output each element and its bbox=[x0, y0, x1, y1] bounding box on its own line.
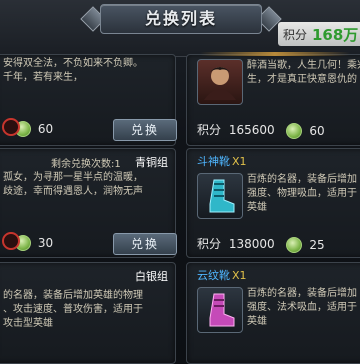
exchange-button[interactable]: 兑换 bbox=[113, 119, 177, 141]
points-value: 168万 bbox=[312, 26, 359, 44]
boots-icon bbox=[209, 293, 235, 327]
item-slot bbox=[197, 287, 243, 333]
exchange-card: 云纹靴 X1 百炼的名器，装备后增加 强度、法术吸血，适用于 英雄 bbox=[186, 262, 360, 364]
desc-line: 、攻击速度、普攻伤害，适用于 bbox=[3, 304, 143, 315]
item-name: 斗神靴 X1 bbox=[197, 153, 247, 169]
desc-line: 生，才是真正快意恩仇的 bbox=[247, 74, 357, 85]
item-qty: X1 bbox=[232, 269, 247, 282]
price-row: 30 bbox=[15, 235, 53, 251]
points-cost: 165600 bbox=[228, 123, 275, 137]
item-name-text: 云纹靴 bbox=[197, 269, 230, 282]
desc-line: 英雄 bbox=[247, 316, 267, 327]
hero-portrait-icon bbox=[204, 67, 236, 100]
card-description: 的名器，装备后增加英雄的物理 、攻击速度、普攻伤害，适用于 攻击型英雄 bbox=[3, 289, 173, 331]
item-qty: X1 bbox=[232, 155, 247, 168]
card-description: 醉酒当歌，人生几何！乘兴 生，才是真正快意恩仇的 bbox=[247, 59, 360, 87]
exchange-screen: 兑换列表 积分 168万 安得双全法，不负如来不负卿。 千年，若有来生， 60 … bbox=[0, 0, 360, 364]
exchange-card: 白银组 的名器，装备后增加英雄的物理 、攻击速度、普攻伤害，适用于 攻击型英雄 bbox=[0, 262, 176, 364]
exchange-card: 斗神靴 X1 百炼的名器，装备后增加 强度、物理吸血，适用于 英雄 积分 1380… bbox=[186, 148, 360, 258]
points-cost: 138000 bbox=[228, 237, 275, 251]
card-description: 百炼的名器，装备后增加 强度、法术吸血，适用于 英雄 bbox=[247, 287, 360, 329]
header-bar: 兑换列表 积分 168万 bbox=[0, 0, 360, 57]
remaining-count: 剩余兑换次数:1 bbox=[51, 159, 121, 170]
desc-line: 百炼的名器，装备后增加 bbox=[247, 288, 357, 299]
points-label: 积分 bbox=[197, 123, 222, 137]
desc-line: 强度、物理吸血，适用于 bbox=[247, 188, 357, 199]
points-display: 积分 168万 bbox=[278, 22, 360, 46]
exchange-card: 剩余兑换次数:1 青铜组 孤女，为寻那一星半点的温暖， 歧途，幸而得遇恩人，润物… bbox=[0, 148, 177, 258]
exchange-card: 醉酒当歌，人生几何！乘兴 生，才是真正快意恩仇的 积分 165600 60 bbox=[186, 54, 360, 146]
exchange-button[interactable]: 兑换 bbox=[113, 233, 177, 255]
avatar bbox=[197, 59, 243, 105]
coin-icon bbox=[286, 122, 303, 139]
page-title: 兑换列表 bbox=[144, 9, 217, 28]
item-slot bbox=[197, 173, 243, 219]
coin-value: 30 bbox=[37, 236, 54, 250]
card-description: 孤女，为寻那一星半点的温暖， 歧途，幸而得遇恩人，润物无声 bbox=[3, 171, 173, 199]
item-name-text: 斗神靴 bbox=[197, 155, 230, 168]
exchange-card: 安得双全法，不负如来不负卿。 千年，若有来生， 60 兑换 bbox=[0, 54, 177, 146]
item-name: 云纹靴 X1 bbox=[197, 267, 247, 283]
desc-line: 醉酒当歌，人生几何！乘兴 bbox=[247, 60, 360, 71]
red-ring-icon bbox=[2, 232, 20, 250]
points-label: 积分 bbox=[197, 237, 222, 251]
desc-line: 英雄 bbox=[247, 202, 267, 213]
points-label: 积分 bbox=[283, 28, 308, 42]
price-row: 60 bbox=[15, 121, 53, 137]
red-ring-icon bbox=[2, 118, 20, 136]
boots-icon bbox=[209, 179, 235, 213]
desc-line: 歧途，幸而得遇恩人，润物无声 bbox=[3, 186, 143, 197]
desc-line: 百炼的名器，装备后增加 bbox=[247, 174, 357, 185]
card-description: 安得双全法，不负如来不负卿。 千年，若有来生， bbox=[3, 57, 173, 85]
card-description: 百炼的名器，装备后增加 强度、物理吸血，适用于 英雄 bbox=[247, 173, 360, 215]
desc-line: 攻击型英雄 bbox=[3, 318, 53, 329]
price-row: 积分 138000 25 bbox=[197, 235, 325, 253]
coin-icon bbox=[286, 236, 303, 253]
desc-line: 强度、法术吸血，适用于 bbox=[247, 302, 357, 313]
coin-value: 60 bbox=[37, 122, 54, 136]
price-row: 积分 165600 60 bbox=[197, 121, 325, 139]
desc-line: 的名器，装备后增加英雄的物理 bbox=[3, 290, 143, 301]
gold-separator bbox=[200, 52, 350, 56]
coin-value: 25 bbox=[309, 237, 325, 252]
tier-label: 白银组 bbox=[135, 270, 168, 283]
desc-line: 安得双全法，不负如来不负卿。 bbox=[3, 58, 143, 69]
tier-label: 青铜组 bbox=[135, 156, 168, 169]
desc-line: 千年，若有来生， bbox=[3, 72, 83, 83]
title-plate: 兑换列表 bbox=[100, 4, 262, 34]
coin-value: 60 bbox=[309, 123, 325, 138]
desc-line: 孤女，为寻那一星半点的温暖， bbox=[3, 172, 143, 183]
